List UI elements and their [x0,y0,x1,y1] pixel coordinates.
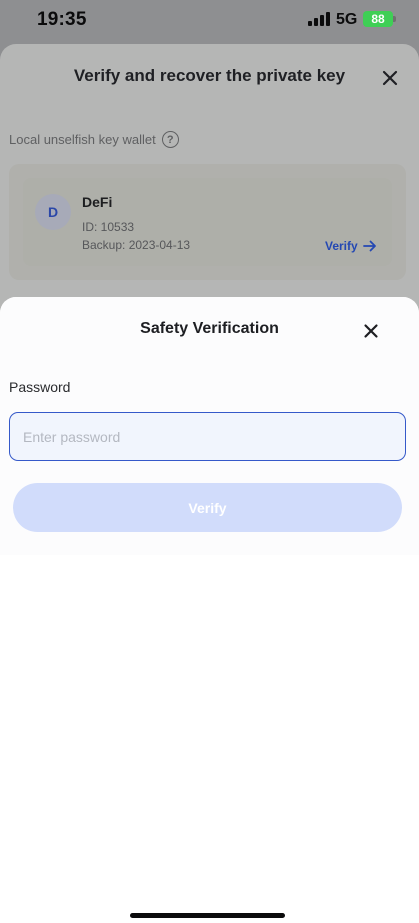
section-label-text: Local unselfish key wallet [9,132,156,147]
close-icon[interactable] [362,322,380,340]
safety-verification-dialog: Safety Verification Password Verify [0,297,419,923]
dialog-title: Safety Verification [140,320,279,337]
question-circle-icon[interactable]: ? [161,131,179,148]
network-type: 5G [336,11,358,28]
wallet-verify-link[interactable]: Verify [325,239,377,253]
wallet-name: DeFi [82,194,113,210]
status-bar: 19:35 5G 88 [0,0,419,44]
verify-button[interactable]: Verify [13,483,402,532]
wallet-backup-date: Backup: 2023-04-13 [82,238,191,252]
close-icon[interactable] [380,68,400,88]
password-input[interactable] [9,412,406,461]
status-time: 19:35 [37,9,87,30]
battery-level: 88 [371,12,385,26]
battery-cap [393,16,396,22]
arrow-right-icon [362,240,376,252]
avatar: D [35,194,71,230]
password-label: Password [9,379,71,395]
cellular-signal-icon [308,12,330,26]
wallet-card[interactable]: D DeFi ID: 10533 Backup: 2023-04-13 Veri… [23,178,392,266]
home-indicator[interactable] [130,913,285,918]
wallet-list: D DeFi ID: 10533 Backup: 2023-04-13 Veri… [9,164,406,280]
section-label: Local unselfish key wallet ? [9,131,179,148]
battery-icon: 88 [363,11,393,27]
dialog-content: Safety Verification Password Verify [0,297,419,555]
wallet-id: ID: 10533 [82,220,135,234]
recover-key-title: Verify and recover the private key [73,66,346,85]
wallet-verify-label: Verify [325,239,358,253]
